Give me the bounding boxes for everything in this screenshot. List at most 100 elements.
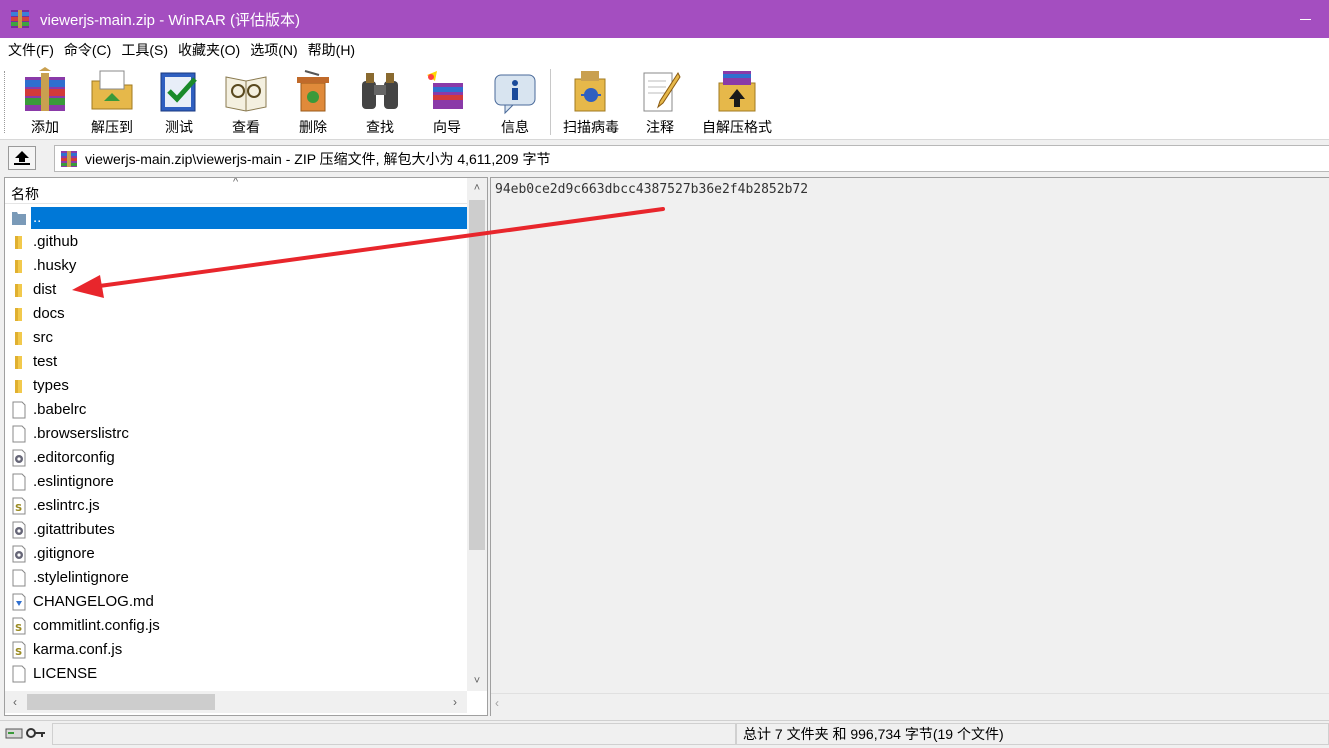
file-row[interactable]: .gitignore	[5, 542, 467, 566]
column-name-label: 名称	[11, 186, 39, 202]
file-name: dist	[33, 281, 57, 298]
menu-commands[interactable]: 命令(C)	[59, 38, 116, 63]
script-file-icon: S	[12, 641, 26, 659]
wizard-button-label: 向导	[433, 119, 461, 135]
file-row[interactable]: .eslintignore	[5, 470, 467, 494]
file-row[interactable]: CHANGELOG.md	[5, 590, 467, 614]
up-arrow-icon	[14, 151, 30, 165]
winrar-app-icon[interactable]	[8, 7, 32, 31]
vertical-scrollbar[interactable]: ˄ ˅	[467, 178, 487, 691]
file-name: .eslintrc.js	[33, 497, 100, 514]
info-button[interactable]: 信息	[488, 65, 542, 137]
wizard-button[interactable]: 向导	[418, 65, 476, 137]
toolbar-grip[interactable]	[4, 71, 6, 133]
file-name: .browserslistrc	[33, 425, 129, 442]
file-row[interactable]: src	[5, 326, 467, 350]
file-row[interactable]: .github	[5, 230, 467, 254]
file-row[interactable]: test	[5, 350, 467, 374]
scroll-down-arrow[interactable]: ˅	[467, 671, 487, 691]
comment-scroll-left-arrow[interactable]: ‹	[495, 696, 499, 710]
scroll-left-arrow[interactable]: ‹	[5, 691, 25, 713]
info-button-label: 信息	[501, 119, 529, 135]
script-file-icon: S	[12, 617, 26, 635]
file-row[interactable]: docs	[5, 302, 467, 326]
menu-help[interactable]: 帮助(H)	[303, 38, 360, 63]
folder-icon	[15, 308, 22, 321]
comment-button-label: 注释	[646, 119, 674, 135]
file-name: types	[33, 377, 69, 394]
folder-icon	[15, 284, 22, 297]
column-header-name[interactable]: ^ 名称	[5, 178, 467, 204]
up-folder-button[interactable]	[8, 146, 36, 170]
menu-file[interactable]: 文件(F)	[3, 38, 59, 63]
file-row[interactable]: .gitattributes	[5, 518, 467, 542]
file-row[interactable]: .stylelintignore	[5, 566, 467, 590]
file-row[interactable]: .babelrc	[5, 398, 467, 422]
svg-text:S: S	[15, 503, 22, 514]
config-file-icon	[12, 521, 26, 539]
folder-icon	[15, 236, 22, 249]
folder-icon	[15, 260, 22, 273]
extract-to-icon	[91, 70, 133, 110]
folder-icon	[15, 356, 22, 369]
svg-text:S: S	[15, 623, 22, 634]
file-name: docs	[33, 305, 65, 322]
sort-ascending-icon: ^	[233, 177, 239, 188]
file-row[interactable]: Skarma.conf.js	[5, 638, 467, 662]
scroll-up-arrow[interactable]: ˄	[467, 178, 487, 198]
title-bar: viewerjs-main.zip - WinRAR (评估版本)	[0, 0, 1329, 38]
file-icon	[12, 569, 26, 587]
minimize-button[interactable]	[1281, 0, 1329, 38]
menu-options[interactable]: 选项(N)	[245, 38, 302, 63]
view-button[interactable]: 查看	[218, 65, 274, 137]
file-row[interactable]: Scommitlint.config.js	[5, 614, 467, 638]
file-row[interactable]: S .eslintrc.js	[5, 494, 467, 518]
file-row[interactable]: .husky	[5, 254, 467, 278]
view-icon	[225, 76, 267, 112]
find-button[interactable]: 查找	[352, 65, 408, 137]
svg-text:S: S	[15, 647, 22, 658]
menu-favorites[interactable]: 收藏夹(O)	[173, 38, 245, 63]
file-list: .. .github .husky dist docs src test types .babe…	[5, 206, 468, 686]
menu-tools[interactable]: 工具(S)	[116, 38, 173, 63]
file-icon	[12, 473, 26, 491]
horizontal-scrollbar[interactable]: ‹ ›	[5, 691, 467, 713]
script-file-icon: S	[12, 497, 26, 515]
comment-pane[interactable]: 94eb0ce2d9c663dbcc4387527b36e2f4b2852b72…	[490, 177, 1329, 716]
file-name: test	[33, 353, 58, 370]
scroll-right-arrow[interactable]: ›	[445, 691, 465, 713]
file-row[interactable]: dist	[5, 278, 467, 302]
delete-button[interactable]: 删除	[286, 65, 340, 137]
file-icon	[12, 665, 26, 683]
virus-scan-button[interactable]: 扫描病毒	[558, 65, 624, 137]
path-field[interactable]: viewerjs-main.zip\viewerjs-main - ZIP 压缩…	[54, 145, 1329, 172]
file-name: .editorconfig	[33, 449, 115, 466]
parent-folder-icon	[12, 212, 26, 225]
folder-icon	[15, 332, 22, 345]
delete-button-label: 删除	[299, 119, 327, 135]
path-text: viewerjs-main.zip\viewerjs-main - ZIP 压缩…	[85, 150, 551, 167]
file-row[interactable]: .editorconfig	[5, 446, 467, 470]
file-row[interactable]: .browserslistrc	[5, 422, 467, 446]
horizontal-scroll-thumb[interactable]	[27, 694, 215, 710]
file-name: .babelrc	[33, 401, 87, 418]
toolbar-separator	[550, 69, 551, 135]
comment-button[interactable]: 注释	[636, 65, 684, 137]
file-row[interactable]: LICENSE	[5, 662, 467, 686]
extract-to-button[interactable]: 解压到	[84, 65, 140, 137]
file-row[interactable]: ..	[5, 206, 468, 230]
add-button[interactable]: 添加	[16, 65, 74, 137]
drive-icon[interactable]	[4, 725, 24, 741]
key-icon[interactable]	[26, 725, 46, 741]
file-icon	[12, 425, 26, 443]
vertical-scroll-thumb[interactable]	[469, 200, 485, 550]
test-button[interactable]: 测试	[152, 65, 206, 137]
test-button-label: 测试	[165, 119, 193, 135]
toolbar: 添加 解压到 测试 查看 删除 查找 向导 信息 扫描病毒 注释 自解压格式	[0, 63, 1329, 140]
sfx-button[interactable]: 自解压格式	[696, 65, 778, 137]
sfx-button-label: 自解压格式	[702, 119, 772, 135]
address-bar: viewerjs-main.zip\viewerjs-main - ZIP 压缩…	[0, 141, 1329, 175]
comment-horizontal-scrollbar[interactable]: ‹	[491, 693, 1329, 715]
file-row[interactable]: types	[5, 374, 467, 398]
file-list-pane: ^ 名称 .. .github .husky dist docs src test types…	[4, 177, 488, 716]
